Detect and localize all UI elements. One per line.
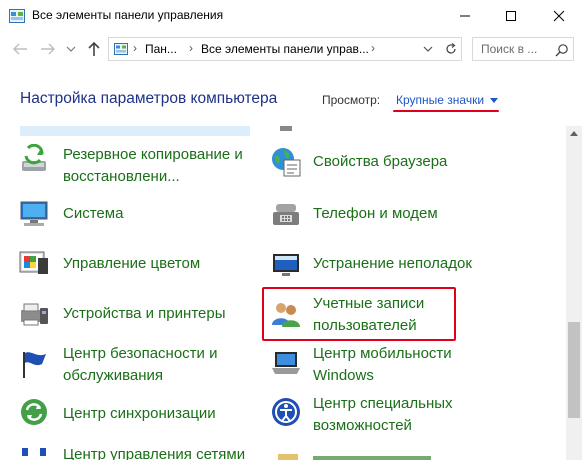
item-label[interactable]: Устранение неполадок: [313, 253, 472, 274]
arrow-up-icon: [88, 41, 100, 56]
backup-icon: [22, 144, 46, 171]
arrow-left-icon: [13, 43, 27, 55]
back-button[interactable]: [10, 40, 30, 58]
up-button[interactable]: [84, 40, 104, 58]
close-icon: [553, 10, 565, 22]
sync-icon: [21, 399, 47, 425]
view-mode-highlight: [393, 110, 499, 112]
breadcrumb-item[interactable]: Пан...: [145, 42, 177, 56]
item-label[interactable]: Windows: [313, 365, 374, 386]
vertical-scrollbar[interactable]: [566, 126, 582, 460]
recent-locations-button[interactable]: [64, 40, 78, 58]
minimize-icon: [460, 15, 470, 17]
item-label[interactable]: возможностей: [313, 415, 412, 436]
chevron-down-icon: [66, 46, 76, 52]
search-placeholder: Поиск в ...: [481, 42, 538, 56]
navigation-bar: › Пан... › Все элементы панели управ... …: [0, 32, 582, 66]
scrollbar-thumb[interactable]: [568, 322, 580, 418]
item-label[interactable]: Центр управления сетями: [63, 444, 245, 460]
view-mode-dropdown[interactable]: Крупные значки: [396, 93, 484, 107]
system-icon: [20, 201, 48, 226]
accessibility-icon: [272, 398, 300, 426]
maximize-icon: [506, 11, 516, 21]
partially-visible-icon: [278, 454, 298, 460]
maximize-button[interactable]: [488, 0, 534, 32]
item-label[interactable]: Свойства браузера: [313, 151, 447, 172]
printer-icon: [21, 303, 48, 326]
item-label[interactable]: Устройства и принтеры: [63, 303, 225, 324]
breadcrumb-separator: ›: [189, 41, 193, 55]
chevron-down-icon: [423, 46, 433, 52]
item-label[interactable]: обслуживания: [63, 365, 163, 386]
item-label[interactable]: Центр синхронизации: [63, 403, 216, 424]
title-bar: Все элементы панели управления: [0, 0, 582, 32]
partially-visible-icon: [280, 126, 292, 131]
troubleshooting-icon: [273, 254, 299, 276]
item-label[interactable]: Система: [63, 203, 123, 224]
user-accounts-highlight: [262, 287, 456, 341]
breadcrumb-separator: ›: [371, 41, 375, 55]
refresh-button[interactable]: [440, 37, 462, 61]
address-history-button[interactable]: [420, 37, 436, 61]
network-icon: [22, 448, 46, 456]
partially-visible-label: [313, 456, 431, 460]
arrow-right-icon: [41, 43, 55, 55]
partially-visible-item: [20, 126, 250, 136]
refresh-icon: [445, 43, 456, 54]
window-title: Все элементы панели управления: [32, 8, 224, 22]
item-label[interactable]: Центр мобильности: [313, 343, 452, 364]
item-label[interactable]: Телефон и модем: [313, 203, 438, 224]
item-label[interactable]: Резервное копирование и: [63, 144, 243, 165]
address-bar[interactable]: › Пан... › Все элементы панели управ... …: [108, 37, 462, 61]
mobility-center-icon: [272, 352, 300, 374]
page-title: Настройка параметров компьютера: [20, 90, 278, 107]
color-management-icon: [19, 251, 48, 274]
item-label[interactable]: Центр безопасности и: [63, 343, 217, 364]
control-panel-icon: [114, 43, 128, 55]
phone-modem-icon: [273, 204, 299, 225]
close-button[interactable]: [536, 0, 582, 32]
control-panel-icon: [9, 9, 25, 23]
minimize-button[interactable]: [442, 0, 488, 32]
search-input[interactable]: Поиск в ...: [472, 37, 574, 61]
internet-options-icon: [272, 148, 301, 177]
control-panel-items: Резервное копирование и восстановлени...…: [0, 126, 566, 460]
breadcrumb-item[interactable]: Все элементы панели управ...: [201, 42, 369, 56]
item-label[interactable]: Управление цветом: [63, 253, 200, 274]
view-label: Просмотр:: [322, 93, 381, 107]
item-label[interactable]: восстановлени...: [63, 166, 180, 187]
content-header: Настройка параметров компьютера Просмотр…: [0, 66, 582, 126]
flag-icon: [23, 352, 46, 378]
search-icon: [555, 44, 568, 57]
scroll-up-icon[interactable]: [570, 130, 578, 136]
breadcrumb-separator: ›: [133, 41, 137, 55]
item-label[interactable]: Центр специальных: [313, 393, 453, 414]
dropdown-caret-icon[interactable]: [490, 98, 498, 103]
forward-button[interactable]: [38, 40, 58, 58]
